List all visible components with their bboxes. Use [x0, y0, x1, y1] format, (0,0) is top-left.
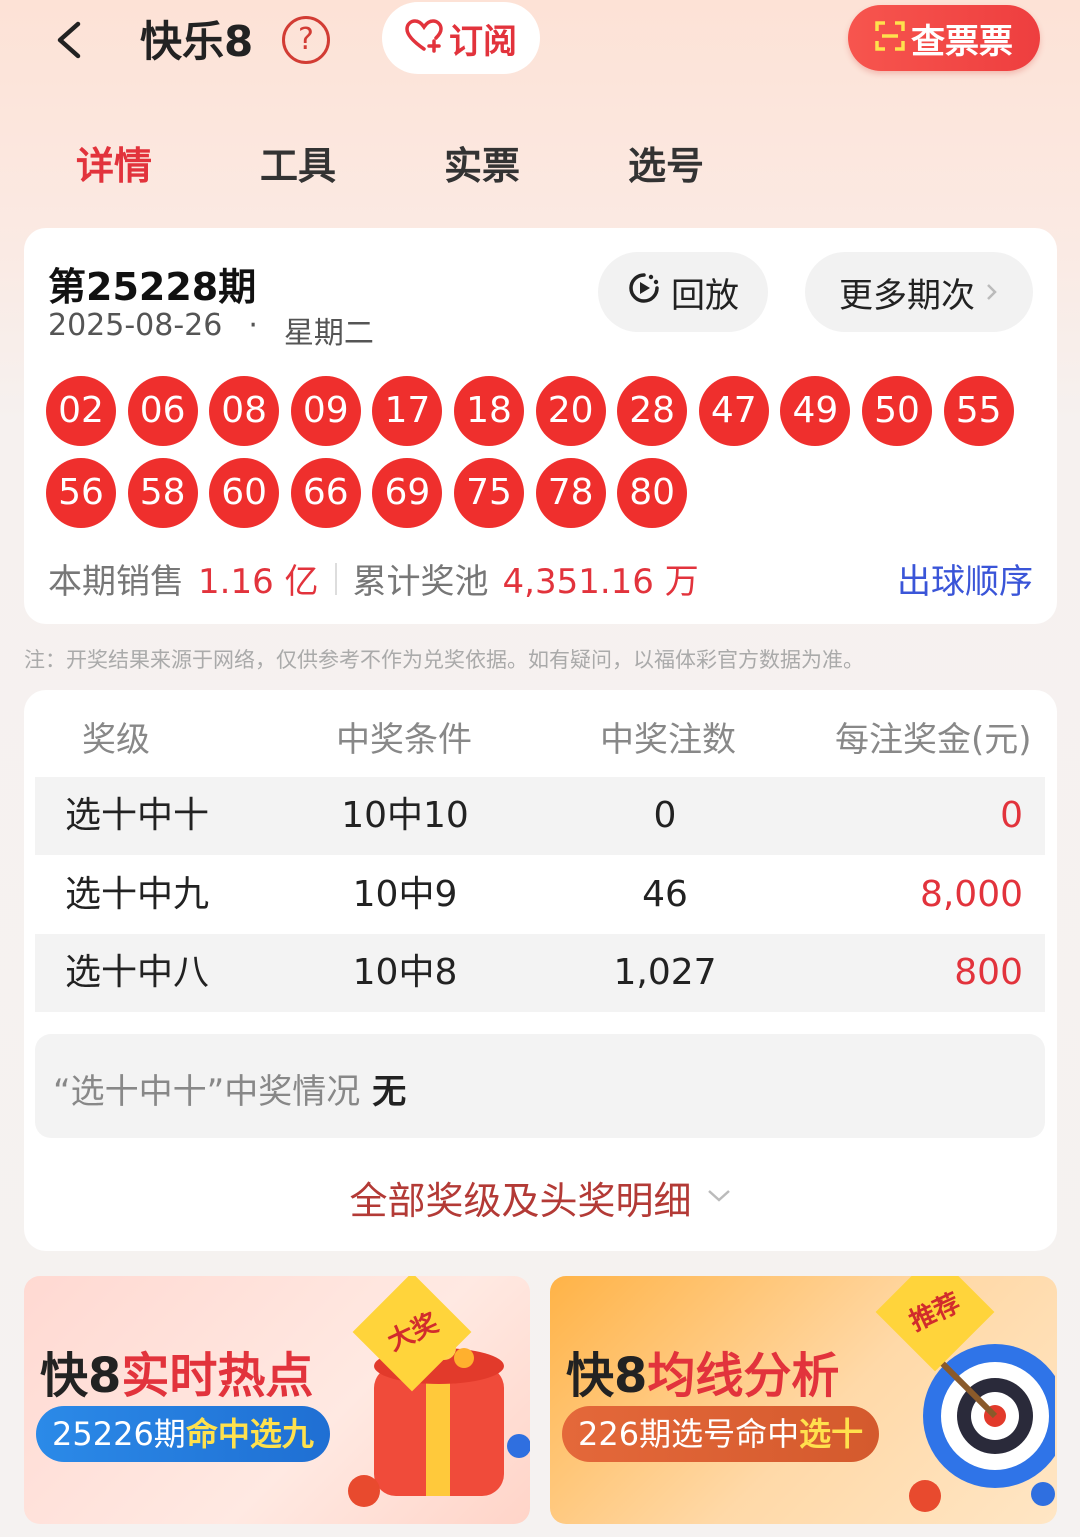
number-ball: 69	[372, 458, 443, 528]
number-ball: 49	[780, 376, 851, 446]
chevron-down-icon	[706, 1188, 732, 1208]
check-ticket-button[interactable]: 查票票	[848, 5, 1040, 71]
banner-sub-prefix: 25226期	[52, 1415, 186, 1453]
all-prizes-label: 全部奖级及头奖明细	[349, 1179, 692, 1223]
prize-condition: 10中8	[352, 952, 458, 993]
number-ball: 55	[943, 376, 1014, 446]
number-ball: 02	[46, 376, 116, 446]
number-ball: 66	[290, 458, 361, 528]
prize-level: 选十中十	[65, 795, 210, 836]
tab-details[interactable]: 详情	[76, 135, 152, 190]
replay-label: 回放	[671, 275, 739, 316]
number-ball: 58	[127, 458, 198, 528]
page-title: 快乐8	[140, 17, 254, 66]
number-ball: 17	[372, 376, 443, 446]
prize-condition: 10中9	[352, 874, 458, 915]
tab-tools[interactable]: 工具	[260, 135, 336, 190]
more-periods-label: 更多期次	[839, 275, 975, 316]
pool-label: 累计奖池	[352, 562, 489, 602]
tab-real-tickets[interactable]: 实票	[444, 135, 520, 190]
prize-count: 46	[642, 874, 688, 915]
pool-value: 4,351.16 万	[502, 562, 699, 602]
prize-level: 选十中八	[65, 952, 210, 993]
prize-amount: 800	[954, 952, 1023, 993]
draw-result-card: 第25228期 2025-08-26 · 星期二 回放 更多期次 02 06 08 0…	[24, 228, 1057, 624]
tab-bar: 详情 工具 实票 选号	[0, 135, 1080, 195]
period-title: 第25228期	[48, 265, 257, 309]
draw-date: 2025-08-26 · 星期二	[48, 308, 374, 352]
header-level: 奖级	[82, 720, 150, 760]
number-ball: 56	[46, 458, 116, 528]
sales-value: 1.16 亿	[198, 562, 319, 602]
heart-plus-icon	[405, 19, 443, 57]
prize-count: 1,027	[613, 952, 717, 993]
scan-icon	[875, 21, 905, 55]
table-row: 选十中十 10中10 0 0	[35, 777, 1045, 855]
trend-analysis-banner[interactable]: 推荐 快8均线分析 226期选号命中选十	[550, 1276, 1057, 1524]
banner-subtitle: 226期选号命中选十	[562, 1406, 880, 1462]
number-ball: 08	[209, 376, 280, 446]
table-row: 选十中八 10中8 1,027 800	[35, 934, 1045, 1012]
help-icon[interactable]: ?	[282, 16, 330, 64]
subscribe-button[interactable]: 订阅	[382, 2, 540, 74]
top-prize-status-label: “选十中十”中奖情况	[53, 1072, 361, 1112]
table-row: 选十中九 10中9 46 8,000	[35, 856, 1045, 934]
top-prize-status-value: 无	[372, 1072, 407, 1112]
number-ball: 18	[454, 376, 524, 446]
chevron-right-icon	[985, 272, 999, 312]
number-ball: 09	[290, 376, 361, 446]
number-ball: 80	[617, 458, 688, 528]
prize-level: 选十中九	[65, 874, 210, 915]
banner-title-prefix: 快8	[566, 1348, 648, 1404]
banner-title-highlight: 实时热点	[121, 1348, 314, 1404]
banner-title: 快8实时热点	[40, 1336, 313, 1406]
sales-label: 本期销售	[48, 562, 184, 602]
prize-amount: 8,000	[919, 874, 1023, 915]
ball-order-link[interactable]: 出球顺序	[897, 554, 1033, 603]
disclaimer-note: 注：开奖结果来源于网络，仅供参考不作为兑奖依据。如有疑问，以福体彩官方数据为准。	[24, 648, 864, 672]
number-ball: 75	[454, 458, 524, 528]
prize-count: 0	[653, 795, 677, 836]
banner-sub-highlight: 选十	[799, 1415, 864, 1453]
top-bar: 快乐8 ? 订阅 查票票	[0, 0, 1080, 90]
check-ticket-label: 查票票	[911, 21, 1013, 62]
prize-condition: 10中10	[341, 795, 469, 836]
number-ball: 06	[127, 376, 198, 446]
back-icon[interactable]	[44, 10, 94, 66]
top-prize-status: “选十中十”中奖情况无	[35, 1034, 1045, 1138]
banner-title: 快8均线分析	[566, 1336, 839, 1406]
weekday-text: 星期二	[283, 316, 374, 351]
date-separator: ·	[248, 308, 258, 343]
date-text: 2025-08-26	[48, 308, 223, 343]
replay-icon	[627, 271, 661, 314]
all-prizes-expand-button[interactable]: 全部奖级及头奖明细	[24, 1170, 1057, 1225]
tab-pick-numbers[interactable]: 选号	[628, 135, 704, 190]
hot-topics-banner[interactable]: 大奖 快8实时热点 25226期命中选九	[24, 1276, 530, 1524]
sales-info: 本期销售 1.16 亿 累计奖池 4,351.16 万	[48, 554, 699, 603]
number-ball: 60	[209, 458, 280, 528]
header-count: 中奖注数	[600, 720, 736, 760]
prize-table-card: 奖级 中奖条件 中奖注数 每注奖金(元) 选十中十 10中10 0 0 选十中九…	[24, 690, 1057, 1251]
subscribe-label: 订阅	[449, 21, 517, 62]
number-ball: 78	[535, 458, 606, 528]
banner-sub-highlight: 命中选九	[185, 1415, 314, 1453]
header-condition: 中奖条件	[336, 720, 472, 760]
number-ball: 28	[617, 376, 688, 446]
more-periods-button[interactable]: 更多期次	[805, 252, 1033, 332]
prize-amount: 0	[1000, 795, 1023, 836]
replay-button[interactable]: 回放	[598, 252, 768, 332]
banner-title-prefix: 快8	[40, 1348, 122, 1404]
divider	[334, 562, 337, 595]
header-amount: 每注奖金(元)	[835, 720, 1032, 760]
number-ball: 20	[535, 376, 606, 446]
banner-title-highlight: 均线分析	[647, 1348, 840, 1404]
banner-subtitle: 25226期命中选九	[36, 1406, 330, 1462]
top-prize-status-text: “选十中十”中奖情况无	[53, 1064, 406, 1113]
banner-sub-prefix: 226期选号命中	[578, 1415, 800, 1453]
number-ball: 47	[698, 376, 769, 446]
number-ball: 50	[862, 376, 932, 446]
